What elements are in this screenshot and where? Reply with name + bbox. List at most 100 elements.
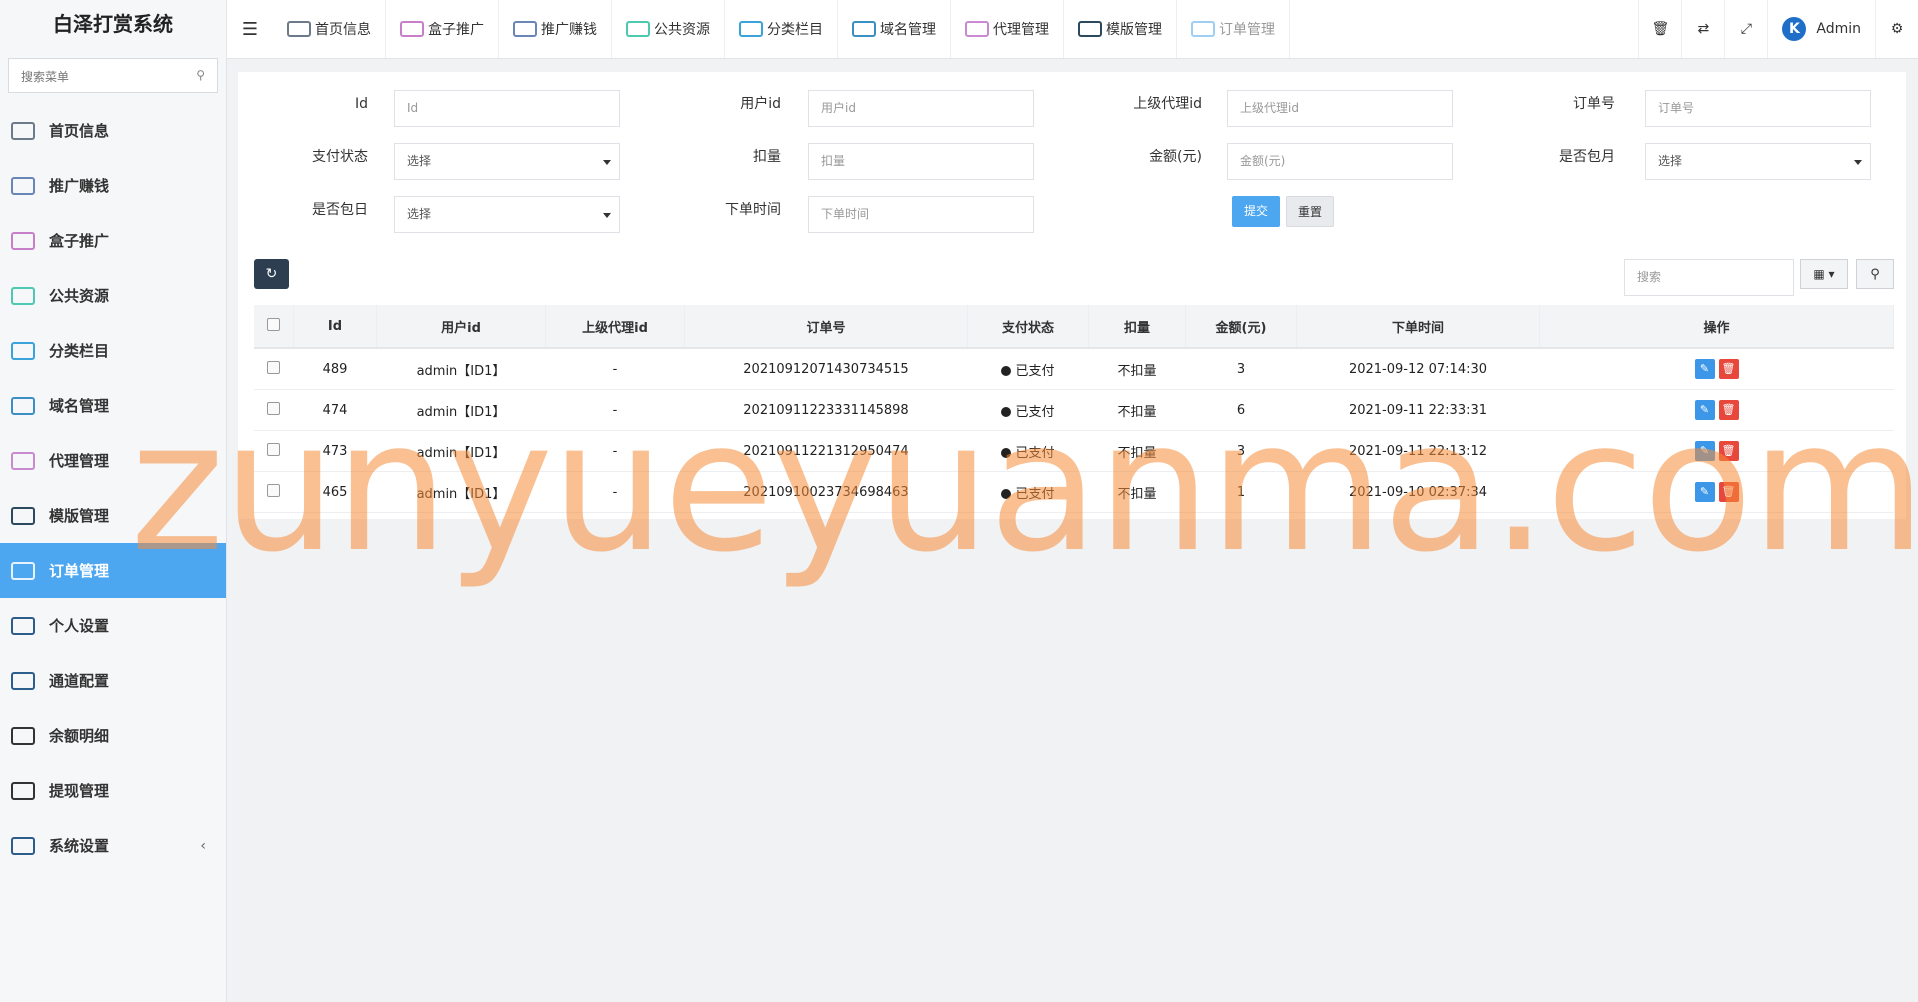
select-all-checkbox[interactable] — [267, 317, 280, 331]
table-search-input[interactable]: 搜索 — [1624, 259, 1794, 296]
col-header-amount[interactable]: 金额(元) — [1185, 305, 1297, 349]
table-row[interactable]: 473 admin【ID1】 -20210911221312950474 已支付 不扣量… — [254, 430, 1894, 472]
sidebar-item[interactable]: 订单管理 — [0, 543, 226, 598]
filter-input-id[interactable]: Id — [394, 90, 620, 127]
pencil-icon: ✎ — [1699, 444, 1710, 457]
sidebar-item[interactable]: 域名管理 — [0, 378, 226, 433]
sidebar-item-label: 订单管理 — [49, 562, 110, 580]
sidebar-item[interactable]: 公共资源 — [0, 268, 226, 323]
cell-actions: ✎ 🗑 — [1539, 348, 1894, 390]
trash-icon[interactable]: 🗑 — [1638, 0, 1681, 58]
sidebar-item[interactable]: 通道配置 — [0, 653, 226, 708]
chevron-left-icon[interactable]: ‹ — [200, 838, 206, 854]
edit-button[interactable]: ✎ — [1694, 359, 1715, 379]
col-header-order-time[interactable]: 下单时间 — [1296, 305, 1540, 349]
refresh-button[interactable]: ↻ — [254, 259, 289, 289]
filter-label-id: Id — [354, 96, 368, 112]
sidebar-item[interactable]: 模版管理 — [0, 488, 226, 543]
tab[interactable]: 首页信息 — [273, 0, 386, 58]
table-row[interactable]: 489 admin【ID1】 -20210912071430734515 已支付 不扣量… — [254, 348, 1894, 390]
select-all-cell[interactable] — [254, 305, 294, 349]
sidebar-item[interactable]: 代理管理 — [0, 433, 226, 488]
cell-id: 473 — [293, 430, 377, 472]
filter-row-3: 是否包日 选择 下单时间 下单时间 提交 重置 — [238, 196, 1906, 236]
sidebar-item[interactable]: 推广赚钱 — [0, 158, 226, 213]
sidebar-item[interactable]: 系统设置 ‹ — [0, 818, 226, 873]
row-checkbox[interactable] — [267, 442, 281, 456]
submit-button[interactable]: 提交 — [1232, 196, 1280, 227]
sidebar-item[interactable]: 首页信息 — [0, 103, 226, 158]
row-checkbox[interactable] — [267, 401, 281, 415]
col-header-deduct[interactable]: 扣量 — [1088, 305, 1186, 349]
delete-button[interactable]: 🗑 — [1718, 441, 1739, 461]
clipboard-icon — [11, 726, 35, 745]
tab[interactable]: 分类栏目 — [725, 0, 838, 58]
filter-label-order-time: 下单时间 — [725, 202, 781, 218]
tab[interactable]: 推广赚钱 — [499, 0, 612, 58]
cell-deduct: 不扣量 — [1088, 471, 1186, 513]
filter-input-deduct[interactable]: 扣量 — [808, 143, 1034, 180]
columns-toggle-button[interactable]: ▦ ▾ — [1800, 259, 1848, 289]
search-icon[interactable]: ⚲ — [196, 68, 205, 82]
tab[interactable]: 订单管理 — [1177, 0, 1290, 58]
table-search-button[interactable]: ⚲ — [1856, 259, 1894, 289]
table-row[interactable]: 474 admin【ID1】 -20210911223331145898 已支付 不扣量… — [254, 389, 1894, 431]
filter-input-amount[interactable]: 金额(元) — [1227, 143, 1453, 180]
cell-time: 2021-09-11 22:13:12 — [1296, 430, 1540, 472]
hamburger-menu-icon[interactable]: ☰ — [227, 19, 273, 40]
fullscreen-icon[interactable]: ⤢ — [1724, 0, 1767, 58]
cell-order_no: 20210910023734698463 — [684, 471, 968, 513]
sidebar-item[interactable]: 分类栏目 — [0, 323, 226, 378]
filter-select-monthly[interactable]: 选择 — [1645, 143, 1871, 180]
sidebar-item[interactable]: 盒子推广 — [0, 213, 226, 268]
reset-button[interactable]: 重置 — [1286, 196, 1334, 227]
cell-id: 489 — [293, 348, 377, 390]
edit-button[interactable]: ✎ — [1694, 482, 1715, 502]
delete-button[interactable]: 🗑 — [1718, 482, 1739, 502]
table-body: 489 admin【ID1】 -20210912071430734515 已支付 不扣量… — [254, 348, 1894, 513]
filter-select-daily[interactable]: 选择 — [394, 196, 620, 233]
settings-window-icon — [11, 616, 35, 635]
delete-button[interactable]: 🗑 — [1718, 400, 1739, 420]
edit-button[interactable]: ✎ — [1694, 400, 1715, 420]
col-header-pay-status[interactable]: 支付状态 — [967, 305, 1089, 349]
tab[interactable]: 公共资源 — [612, 0, 725, 58]
row-select-cell[interactable] — [254, 389, 294, 431]
tab[interactable]: 盒子推广 — [386, 0, 499, 58]
tab[interactable]: 代理管理 — [951, 0, 1064, 58]
tab[interactable]: 域名管理 — [838, 0, 951, 58]
tab-label: 首页信息 — [315, 22, 371, 38]
row-select-cell[interactable] — [254, 430, 294, 472]
edit-button[interactable]: ✎ — [1694, 441, 1715, 461]
sort-icon — [11, 341, 35, 360]
sidebar-item[interactable]: 个人设置 — [0, 598, 226, 653]
filter-input-order-time[interactable]: 下单时间 — [808, 196, 1034, 233]
filter-input-user-id[interactable]: 用户id — [808, 90, 1034, 127]
filter-select-pay-status[interactable]: 选择 — [394, 143, 620, 180]
tab[interactable]: 模版管理 — [1064, 0, 1177, 58]
user-menu[interactable]: K Admin — [1767, 0, 1876, 58]
chevron-down-icon — [603, 213, 611, 218]
pencil-icon: ✎ — [1699, 485, 1710, 498]
select-value: 选择 — [407, 154, 432, 168]
delete-button[interactable]: 🗑 — [1718, 359, 1739, 379]
filter-row-2: 支付状态 选择 扣量 扣量 金额(元) 金额(元) 是否包月 选择 — [238, 143, 1906, 183]
col-header-order-no[interactable]: 订单号 — [684, 305, 968, 349]
gear-icon[interactable]: ⚙ — [1876, 0, 1918, 58]
row-select-cell[interactable] — [254, 348, 294, 390]
filter-label-pay-status: 支付状态 — [312, 149, 368, 165]
filter-input-order-no[interactable]: 订单号 — [1645, 90, 1871, 127]
col-header-id[interactable]: Id — [293, 305, 377, 349]
filter-input-parent-agent-id[interactable]: 上级代理id — [1227, 90, 1453, 127]
window-icon — [852, 21, 876, 37]
col-header-parent-agent-id[interactable]: 上级代理id — [545, 305, 685, 349]
col-header-user-id[interactable]: 用户id — [376, 305, 546, 349]
menu-search-input[interactable] — [9, 59, 193, 94]
sidebar-item[interactable]: 提现管理 — [0, 763, 226, 818]
translate-icon[interactable]: ⇄ — [1681, 0, 1724, 58]
row-checkbox[interactable] — [267, 483, 281, 497]
sidebar-item[interactable]: 余额明细 — [0, 708, 226, 763]
row-select-cell[interactable] — [254, 471, 294, 513]
row-checkbox[interactable] — [267, 360, 281, 374]
table-row[interactable]: 465 admin【ID1】 -20210910023734698463 已支付 不扣量… — [254, 471, 1894, 513]
